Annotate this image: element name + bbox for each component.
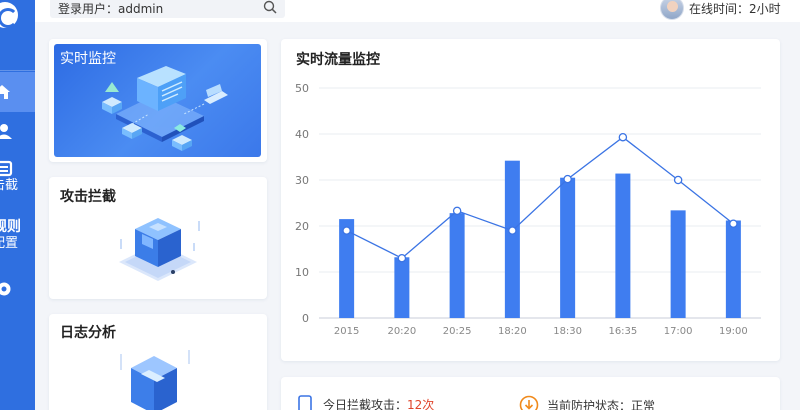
server-shield-illustration bbox=[119, 218, 200, 281]
log-card[interactable]: 日志分析 bbox=[49, 314, 267, 410]
protection-status-label: 当前防护状态： bbox=[547, 398, 632, 410]
download-circle-icon bbox=[519, 395, 539, 410]
y-tick-label: 50 bbox=[295, 82, 309, 95]
protection-status-value: 正常 bbox=[631, 398, 656, 410]
search-icon[interactable] bbox=[263, 0, 277, 14]
y-tick-label: 20 bbox=[295, 220, 309, 233]
monitor-illustration bbox=[102, 66, 228, 151]
today-intercept-label: 今日拦截攻击： bbox=[323, 397, 408, 410]
x-tick-label: 18:30 bbox=[553, 326, 582, 337]
sidebar-item-rules-label-top: 规则 bbox=[0, 219, 21, 235]
traffic-chart-card: 实时流量监控 0 10 20 30 40 50 2015 20:20 20:25 18:20 18:… bbox=[281, 39, 780, 361]
sidebar-item-user[interactable] bbox=[0, 118, 35, 144]
today-intercept-status: 今日拦截攻击： 12次 bbox=[297, 395, 434, 410]
bar bbox=[560, 177, 576, 318]
intercept-card[interactable]: 攻击拦截 bbox=[49, 177, 267, 299]
list-icon bbox=[0, 160, 13, 177]
monitor-card[interactable]: 实时监控 bbox=[49, 39, 267, 162]
status-card: 今日拦截攻击： 12次 当前防护状态： 正常 bbox=[281, 377, 780, 410]
logo bbox=[0, 0, 35, 30]
line-point bbox=[397, 253, 407, 263]
traffic-chart: 0 10 20 30 40 50 2015 20:20 20:25 18:20 18:30 16:35… bbox=[295, 82, 761, 337]
sidebar-item-home[interactable] bbox=[0, 72, 35, 112]
sidebar-item-rules[interactable]: 规则 配置 bbox=[0, 218, 35, 262]
sidebar-item-intercept-label: 击截 bbox=[0, 178, 19, 193]
login-user-text: 登录用户：addmin bbox=[58, 1, 164, 16]
x-tick-label: 17:00 bbox=[664, 326, 693, 337]
x-tick-label: 2015 bbox=[334, 326, 359, 337]
bar bbox=[670, 210, 686, 318]
bar bbox=[725, 220, 741, 318]
protection-status: 当前防护状态： 正常 bbox=[519, 395, 655, 410]
y-tick-label: 0 bbox=[302, 312, 309, 325]
x-tick-label: 20:20 bbox=[387, 326, 416, 337]
monitor-card-banner: 实时监控 bbox=[54, 44, 261, 157]
sidebar-divider bbox=[0, 70, 35, 71]
search-input[interactable]: 登录用户：addmin bbox=[50, 0, 285, 18]
x-tick-label: 18:20 bbox=[498, 326, 527, 337]
line-point bbox=[452, 206, 462, 216]
user-icon bbox=[0, 124, 12, 139]
line-point bbox=[342, 226, 351, 235]
sidebar: 击截 规则 配置 bbox=[0, 0, 35, 410]
y-tick-label: 40 bbox=[295, 128, 309, 141]
logo-icon bbox=[0, 2, 18, 28]
home-icon bbox=[0, 85, 10, 99]
sidebar-item-rules-label-bottom: 配置 bbox=[0, 236, 19, 251]
document-icon bbox=[298, 395, 312, 410]
line-point bbox=[563, 174, 572, 184]
settings-icon bbox=[0, 282, 11, 296]
bar bbox=[504, 160, 520, 318]
y-tick-label: 10 bbox=[295, 266, 309, 279]
line-point bbox=[729, 219, 738, 228]
x-tick-label: 19:00 bbox=[719, 326, 748, 337]
line-point bbox=[508, 226, 517, 235]
bar bbox=[615, 173, 631, 318]
log-illustration bbox=[120, 350, 190, 410]
line-point bbox=[618, 132, 628, 142]
today-intercept-value: 12次 bbox=[407, 397, 435, 410]
sidebar-item-intercept[interactable]: 击截 bbox=[0, 160, 35, 202]
avatar[interactable] bbox=[660, 0, 684, 20]
bar bbox=[394, 257, 410, 318]
bar bbox=[449, 213, 465, 318]
sidebar-item-settings[interactable] bbox=[0, 280, 35, 300]
x-tick-label: 16:35 bbox=[608, 326, 637, 337]
header: 登录用户：addmin 在线时间：2小时 bbox=[35, 0, 800, 22]
y-tick-label: 30 bbox=[295, 174, 309, 187]
line-point bbox=[673, 175, 683, 185]
online-time: 在线时间：2小时 bbox=[689, 2, 781, 16]
x-tick-label: 20:25 bbox=[443, 326, 472, 337]
